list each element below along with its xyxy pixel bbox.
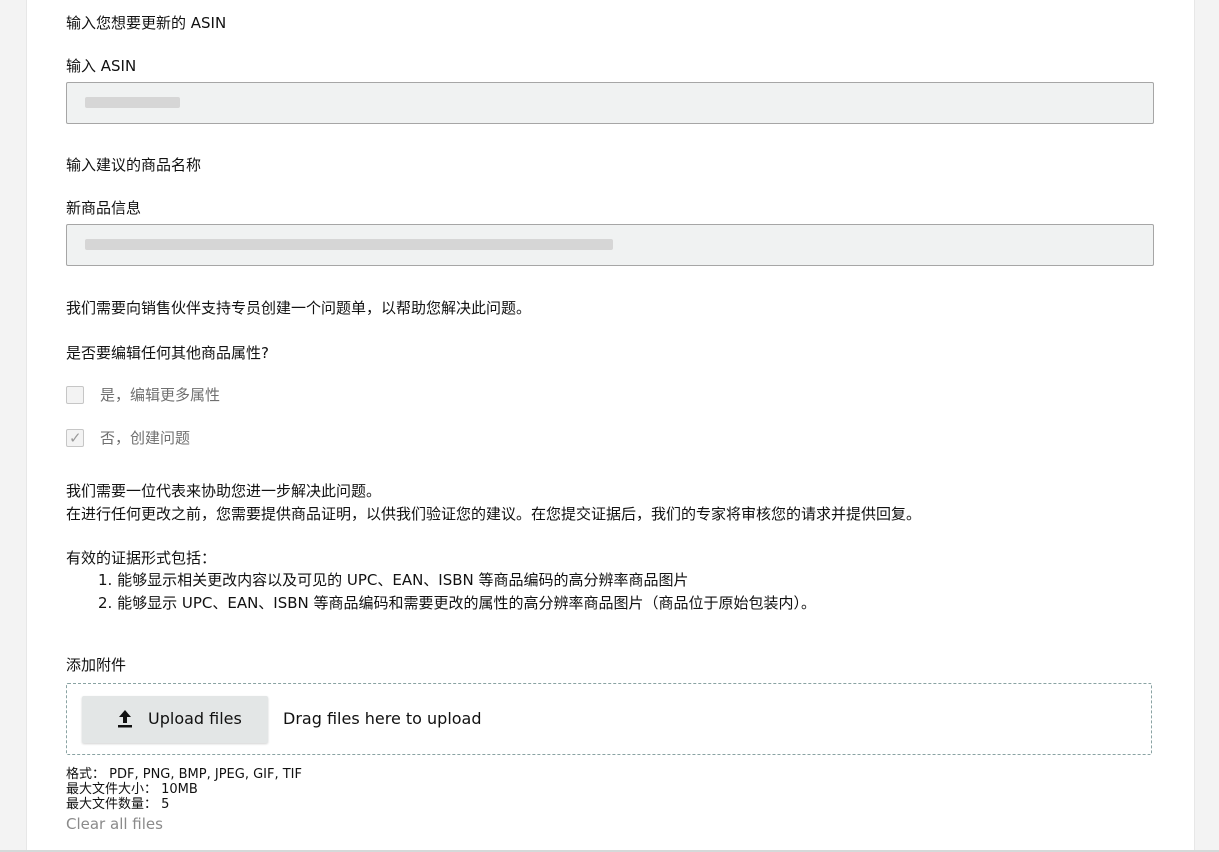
- upload-files-button[interactable]: Upload files: [82, 696, 268, 743]
- asin-input-label: 输入 ASIN: [66, 57, 137, 75]
- max-file-size-text: 最大文件大小： 10MB: [66, 782, 198, 797]
- evidence-heading: 有效的证据形式包括：: [66, 549, 217, 567]
- representative-info-line1: 我们需要一位代表来协助您进一步解决此问题。: [66, 482, 382, 500]
- asin-section-heading: 输入您想要更新的 ASIN: [66, 14, 227, 32]
- yes-edit-more-checkbox[interactable]: [66, 386, 84, 404]
- redacted-asin-value: [85, 97, 180, 108]
- redacted-product-info-value: [85, 239, 613, 250]
- ticket-notice-text: 我们需要向销售伙伴支持专员创建一个问题单，以帮助您解决此问题。: [66, 299, 532, 317]
- product-info-input[interactable]: [66, 224, 1154, 266]
- edit-attributes-question: 是否要编辑任何其他商品属性?: [66, 344, 269, 362]
- evidence-item-1: 1. 能够显示相关更改内容以及可见的 UPC、EAN、ISBN 等商品编码的高分…: [98, 571, 689, 589]
- yes-edit-more-label[interactable]: 是，编辑更多属性: [100, 385, 220, 405]
- representative-info-line2: 在进行任何更改之前，您需要提供商品证明，以供我们验证您的建议。在您提交证据后，我…: [66, 505, 922, 523]
- product-name-section-heading: 输入建议的商品名称: [66, 156, 202, 174]
- evidence-item-2: 2. 能够显示 UPC、EAN、ISBN 等商品编码和需要更改的属性的高分辨率商…: [98, 594, 817, 612]
- drag-files-text: Drag files here to upload: [283, 709, 482, 728]
- no-create-issue-label[interactable]: 否，创建问题: [100, 428, 190, 448]
- upload-files-label: Upload files: [148, 709, 242, 728]
- no-create-issue-checkbox[interactable]: ✓: [66, 429, 84, 447]
- upload-arrow-icon: [118, 710, 132, 728]
- checkmark-icon: ✓: [69, 429, 82, 447]
- max-file-count-text: 最大文件数量： 5: [66, 797, 170, 812]
- add-attachment-label: 添加附件: [66, 656, 127, 674]
- asin-input[interactable]: [66, 82, 1154, 124]
- allowed-formats-text: 格式： PDF, PNG, BMP, JPEG, GIF, TIF: [66, 767, 302, 782]
- product-info-input-label: 新商品信息: [66, 199, 142, 217]
- clear-all-files-link[interactable]: Clear all files: [66, 815, 163, 833]
